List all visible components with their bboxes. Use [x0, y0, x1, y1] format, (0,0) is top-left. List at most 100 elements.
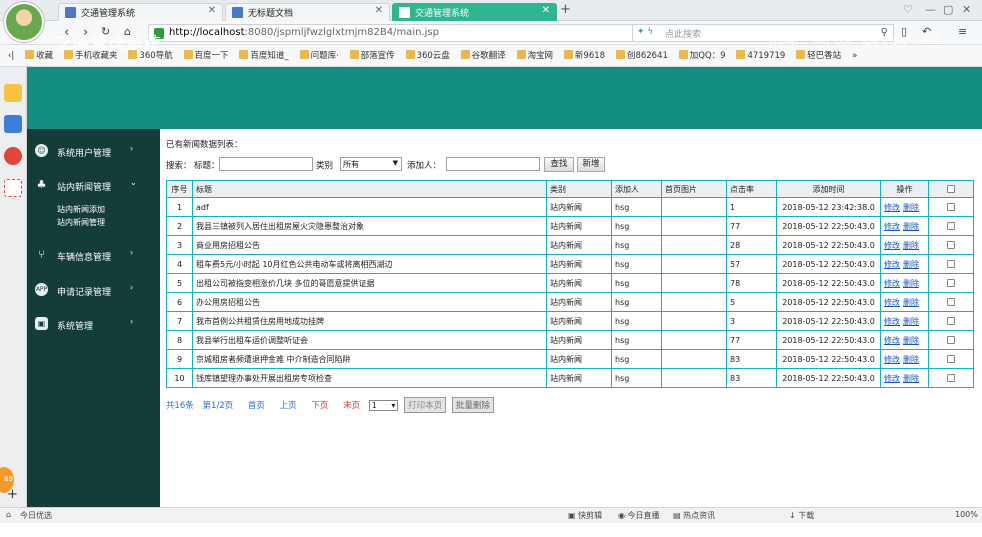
news-icon: ♣: [36, 178, 47, 191]
edit-link[interactable]: 修改: [884, 317, 900, 326]
notes-icon[interactable]: [4, 115, 22, 133]
row-checkbox[interactable]: [947, 355, 955, 363]
bookmark-item[interactable]: 问题库·: [299, 45, 339, 66]
status-item[interactable]: ▣ 快剪辑: [568, 510, 602, 521]
batch-delete-button[interactable]: 批量删除: [451, 397, 494, 413]
row-checkbox[interactable]: [947, 279, 955, 287]
today-pick[interactable]: 今日优选: [20, 510, 52, 521]
bookmark-item[interactable]: 百度一下: [183, 45, 229, 66]
category-select[interactable]: 所有 ▼: [340, 157, 402, 171]
row-checkbox[interactable]: [947, 298, 955, 306]
adder-search-input[interactable]: [446, 157, 540, 171]
row-checkbox[interactable]: [947, 203, 955, 211]
close-icon[interactable]: ✕: [542, 5, 550, 16]
user-avatar[interactable]: [4, 2, 44, 42]
bookmark-item[interactable]: 360云盘: [405, 45, 450, 66]
sidebar-item-vehicles[interactable]: ⑂ 车辆信息管理 ›: [27, 242, 160, 268]
delete-link[interactable]: 删除: [903, 355, 919, 364]
delete-link[interactable]: 删除: [903, 222, 919, 231]
sidebar-toggle-icon[interactable]: ‹|: [8, 45, 14, 66]
minimize-icon[interactable]: —: [925, 3, 936, 16]
bookmark-item[interactable]: 百度知道_: [239, 45, 289, 66]
edit-link[interactable]: 修改: [884, 374, 900, 383]
select-all-checkbox[interactable]: [947, 185, 955, 193]
status-item[interactable]: ◉ 今日直播: [618, 510, 660, 521]
zoom-level[interactable]: 100%: [955, 510, 978, 519]
maximize-icon[interactable]: ▢: [943, 3, 953, 16]
tab-label: 交通管理系统: [415, 9, 470, 19]
delete-link[interactable]: 删除: [903, 260, 919, 269]
bookmark-item[interactable]: 4719719: [736, 45, 785, 66]
delete-link[interactable]: 删除: [903, 374, 919, 383]
address-bar[interactable]: http://localhost:8080/jspmljfwzlglxtmjm8…: [148, 24, 690, 42]
edit-link[interactable]: 修改: [884, 336, 900, 345]
sidebar-subitem-news-add[interactable]: 站内新闻添加: [57, 204, 105, 215]
bookmark-item[interactable]: 淘宝网: [516, 45, 553, 66]
title-search-input[interactable]: [219, 157, 313, 171]
more-bookmarks[interactable]: »: [852, 45, 857, 66]
bookmark-item[interactable]: 新9618: [563, 45, 605, 66]
edit-link[interactable]: 修改: [884, 260, 900, 269]
row-checkbox[interactable]: [947, 317, 955, 325]
status-item[interactable]: ▤ 热点资讯: [673, 510, 715, 521]
bookmark-item[interactable]: 创862641: [615, 45, 668, 66]
edit-link[interactable]: 修改: [884, 298, 900, 307]
cell-select: [928, 197, 974, 217]
row-checkbox[interactable]: [947, 241, 955, 249]
delete-link[interactable]: 删除: [903, 241, 919, 250]
row-checkbox[interactable]: [947, 222, 955, 230]
bookmark-item[interactable]: 加QQ：9: [678, 45, 726, 66]
sidebar-item-applications[interactable]: APP 申请记录管理 ›: [27, 277, 160, 303]
sidebar: ☺ 系统用户管理 › ♣ 站内新闻管理 ⌄ 站内新闻添加 站内新闻管理 ⑂ 车辆…: [27, 129, 160, 507]
row-checkbox[interactable]: [947, 336, 955, 344]
delete-link[interactable]: 删除: [903, 203, 919, 212]
bookmark-item[interactable]: 收藏: [25, 45, 53, 66]
close-window-icon[interactable]: ✕: [962, 3, 971, 16]
pager-first[interactable]: 首页: [248, 401, 265, 411]
pager-next[interactable]: 下页: [311, 401, 328, 411]
browser-tab-3[interactable]: 交通管理系统 ✕: [392, 3, 557, 21]
bookmark-item[interactable]: 谷歌翻译: [460, 45, 506, 66]
delete-link[interactable]: 删除: [903, 317, 919, 326]
browser-tab-1[interactable]: 交通管理系统 ✕: [58, 3, 223, 21]
add-button[interactable]: 新增: [577, 157, 605, 172]
edit-link[interactable]: 修改: [884, 241, 900, 250]
delete-link[interactable]: 删除: [903, 279, 919, 288]
weibo-icon[interactable]: [4, 147, 22, 165]
row-checkbox[interactable]: [947, 374, 955, 382]
star-icon[interactable]: [4, 84, 22, 102]
delete-link[interactable]: 删除: [903, 336, 919, 345]
bookmark-item[interactable]: 部落宣传: [349, 45, 395, 66]
pager-last[interactable]: 末页: [343, 401, 360, 411]
page-select[interactable]: 1 ▾: [368, 400, 399, 411]
new-tab-button[interactable]: +: [560, 2, 571, 17]
bookmark-item[interactable]: 轻巴香站: [796, 45, 841, 66]
add-icon[interactable]: +: [7, 487, 18, 502]
cell-actions: 修改 删除: [880, 349, 929, 369]
search-button[interactable]: 查找: [544, 157, 574, 172]
row-checkbox[interactable]: [947, 260, 955, 268]
close-icon[interactable]: ✕: [208, 5, 216, 16]
menu-icon[interactable]: ≡: [958, 25, 967, 38]
logout-link[interactable]: 退出: [920, 30, 942, 46]
sidebar-item-news[interactable]: ♣ 站内新闻管理 ⌄: [27, 172, 160, 198]
edit-link[interactable]: 修改: [884, 222, 900, 231]
edit-link[interactable]: 修改: [884, 279, 900, 288]
edit-link[interactable]: 修改: [884, 355, 900, 364]
edit-link[interactable]: 修改: [884, 203, 900, 212]
pager-prev[interactable]: 上页: [280, 401, 297, 411]
close-icon[interactable]: ✕: [375, 5, 383, 16]
cell-clicks: 77: [726, 216, 777, 236]
sidebar-subitem-news-manage[interactable]: 站内新闻管理: [57, 217, 105, 228]
col-image: 首页图片: [661, 180, 727, 198]
print-button[interactable]: 打印本页: [404, 397, 447, 413]
mail-icon[interactable]: [4, 179, 22, 197]
sidebar-item-users[interactable]: ☺ 系统用户管理 ›: [27, 138, 160, 164]
skin-icon[interactable]: ♡: [903, 3, 913, 16]
browser-tab-2[interactable]: 无标题文档 ✕: [225, 3, 390, 21]
delete-link[interactable]: 删除: [903, 298, 919, 307]
cell-no: 4: [166, 254, 193, 274]
status-item[interactable]: ↓ 下载: [789, 510, 814, 521]
sidebar-item-system[interactable]: ▣ 系统管理 ›: [27, 311, 160, 337]
cell-image: [661, 292, 727, 312]
